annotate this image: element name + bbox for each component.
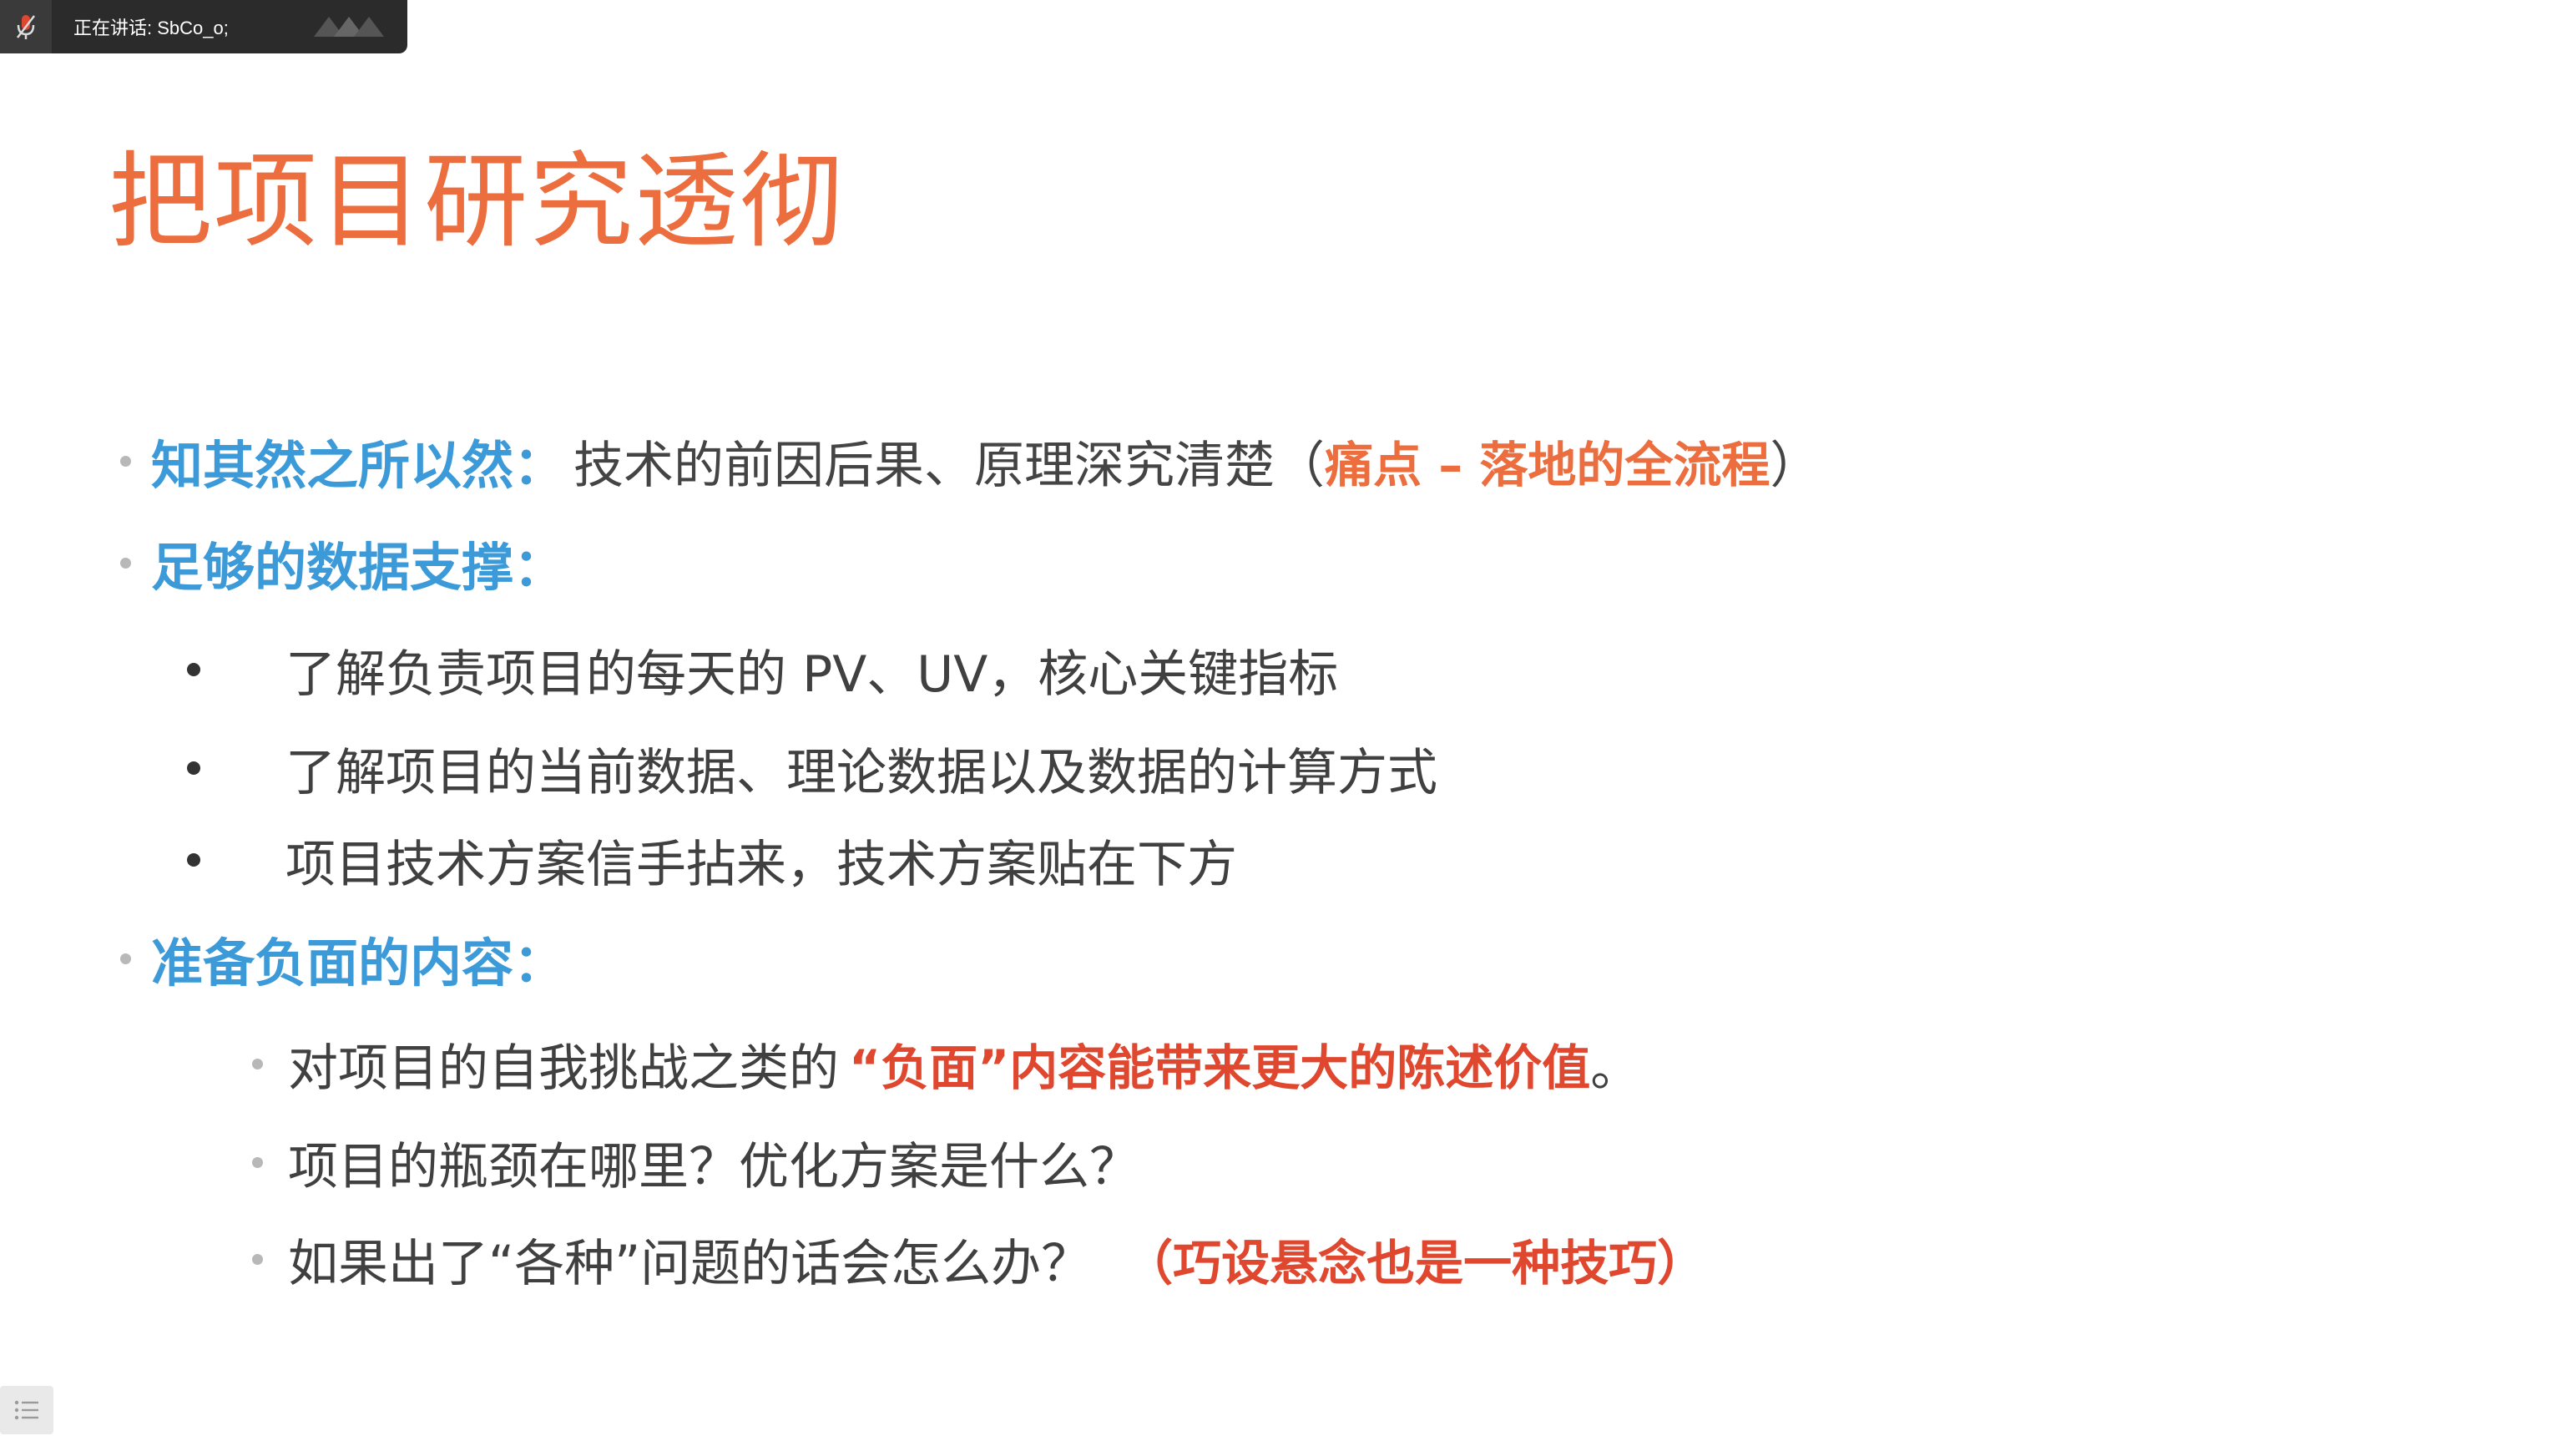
section-3-item-2-text: 项目的瓶颈在哪里？优化方案是什么？ — [288, 1137, 1139, 1196]
toc-button[interactable] — [0, 1386, 53, 1434]
section-2-item-3: 项目技术方案信手拈来，技术方案贴在下方 — [187, 827, 1237, 894]
list-icon — [14, 1400, 38, 1420]
section-2: 足够的数据支撑： — [120, 529, 565, 598]
section-1-highlight: 痛点 – 落地的全流程 — [1325, 437, 1770, 493]
bullet-icon — [120, 455, 131, 467]
bullet-icon — [120, 953, 131, 964]
slide-title: 把项目研究透彻 — [109, 142, 846, 262]
section-2-item-text: 项目技术方案信手拈来，技术方案贴在下方 — [285, 835, 1237, 894]
section-2-item-text: 了解负责项目的每天的 PV、UV，核心关键指标 — [285, 645, 1339, 704]
bullet-icon — [120, 557, 131, 569]
section-3-item-1: 对项目的自我挑战之类的 “负面”内容能带来更大的陈述价值 。 — [252, 1030, 1641, 1098]
bullet-icon — [252, 1253, 263, 1265]
section-1: 知其然之所以然： 技术的前因后果、原理深究清楚（ 痛点 – 落地的全流程 ） — [120, 427, 1820, 496]
section-3-item-3-highlight: （巧设悬念也是一种技巧） — [1124, 1235, 1706, 1292]
section-3-item-1-highlight: “负面”内容能带来更大的陈述价值 — [849, 1039, 1591, 1096]
section-3-heading: 准备负面的内容： — [151, 933, 566, 993]
section-2-item-2: 了解项目的当前数据、理论数据以及数据的计算方式 — [187, 735, 1437, 802]
section-1-heading: 知其然之所以然： — [151, 435, 566, 496]
bullet-icon — [252, 1156, 263, 1168]
bullet-icon — [187, 853, 200, 867]
section-1-close: ） — [1770, 436, 1821, 495]
sound-wave-icon — [314, 17, 384, 37]
mic-icon[interactable] — [0, 0, 52, 53]
section-2-item-text: 了解项目的当前数据、理论数据以及数据的计算方式 — [285, 743, 1437, 802]
bullet-icon — [187, 663, 200, 676]
bullet-icon — [187, 761, 200, 775]
section-2-item-1: 了解负责项目的每天的 PV、UV，核心关键指标 — [187, 636, 1339, 704]
slide-page: 正在讲话: SbCo_o; 把项目研究透彻 知其然之所以然： 技术的前因后果、原… — [0, 0, 2576, 1446]
section-3-item-1-end: 。 — [1590, 1039, 1641, 1098]
section-3-item-3: 如果出了“各种”问题的话会怎么办？ （巧设悬念也是一种技巧） — [252, 1226, 1706, 1293]
speaking-label: 正在讲话: SbCo_o; — [73, 18, 229, 38]
section-3: 准备负面的内容： — [120, 925, 565, 993]
bullet-icon — [252, 1058, 263, 1069]
section-3-item-2: 项目的瓶颈在哪里？优化方案是什么？ — [252, 1129, 1139, 1196]
section-3-item-3-text: 如果出了“各种”问题的话会怎么办？ — [288, 1234, 1092, 1293]
section-3-item-1-text: 对项目的自我挑战之类的 — [288, 1039, 839, 1098]
section-1-text: 技术的前因后果、原理深究清楚（ — [573, 436, 1326, 495]
speaking-indicator: 正在讲话: SbCo_o; — [0, 0, 407, 53]
section-2-heading: 足够的数据支撑： — [151, 537, 566, 598]
